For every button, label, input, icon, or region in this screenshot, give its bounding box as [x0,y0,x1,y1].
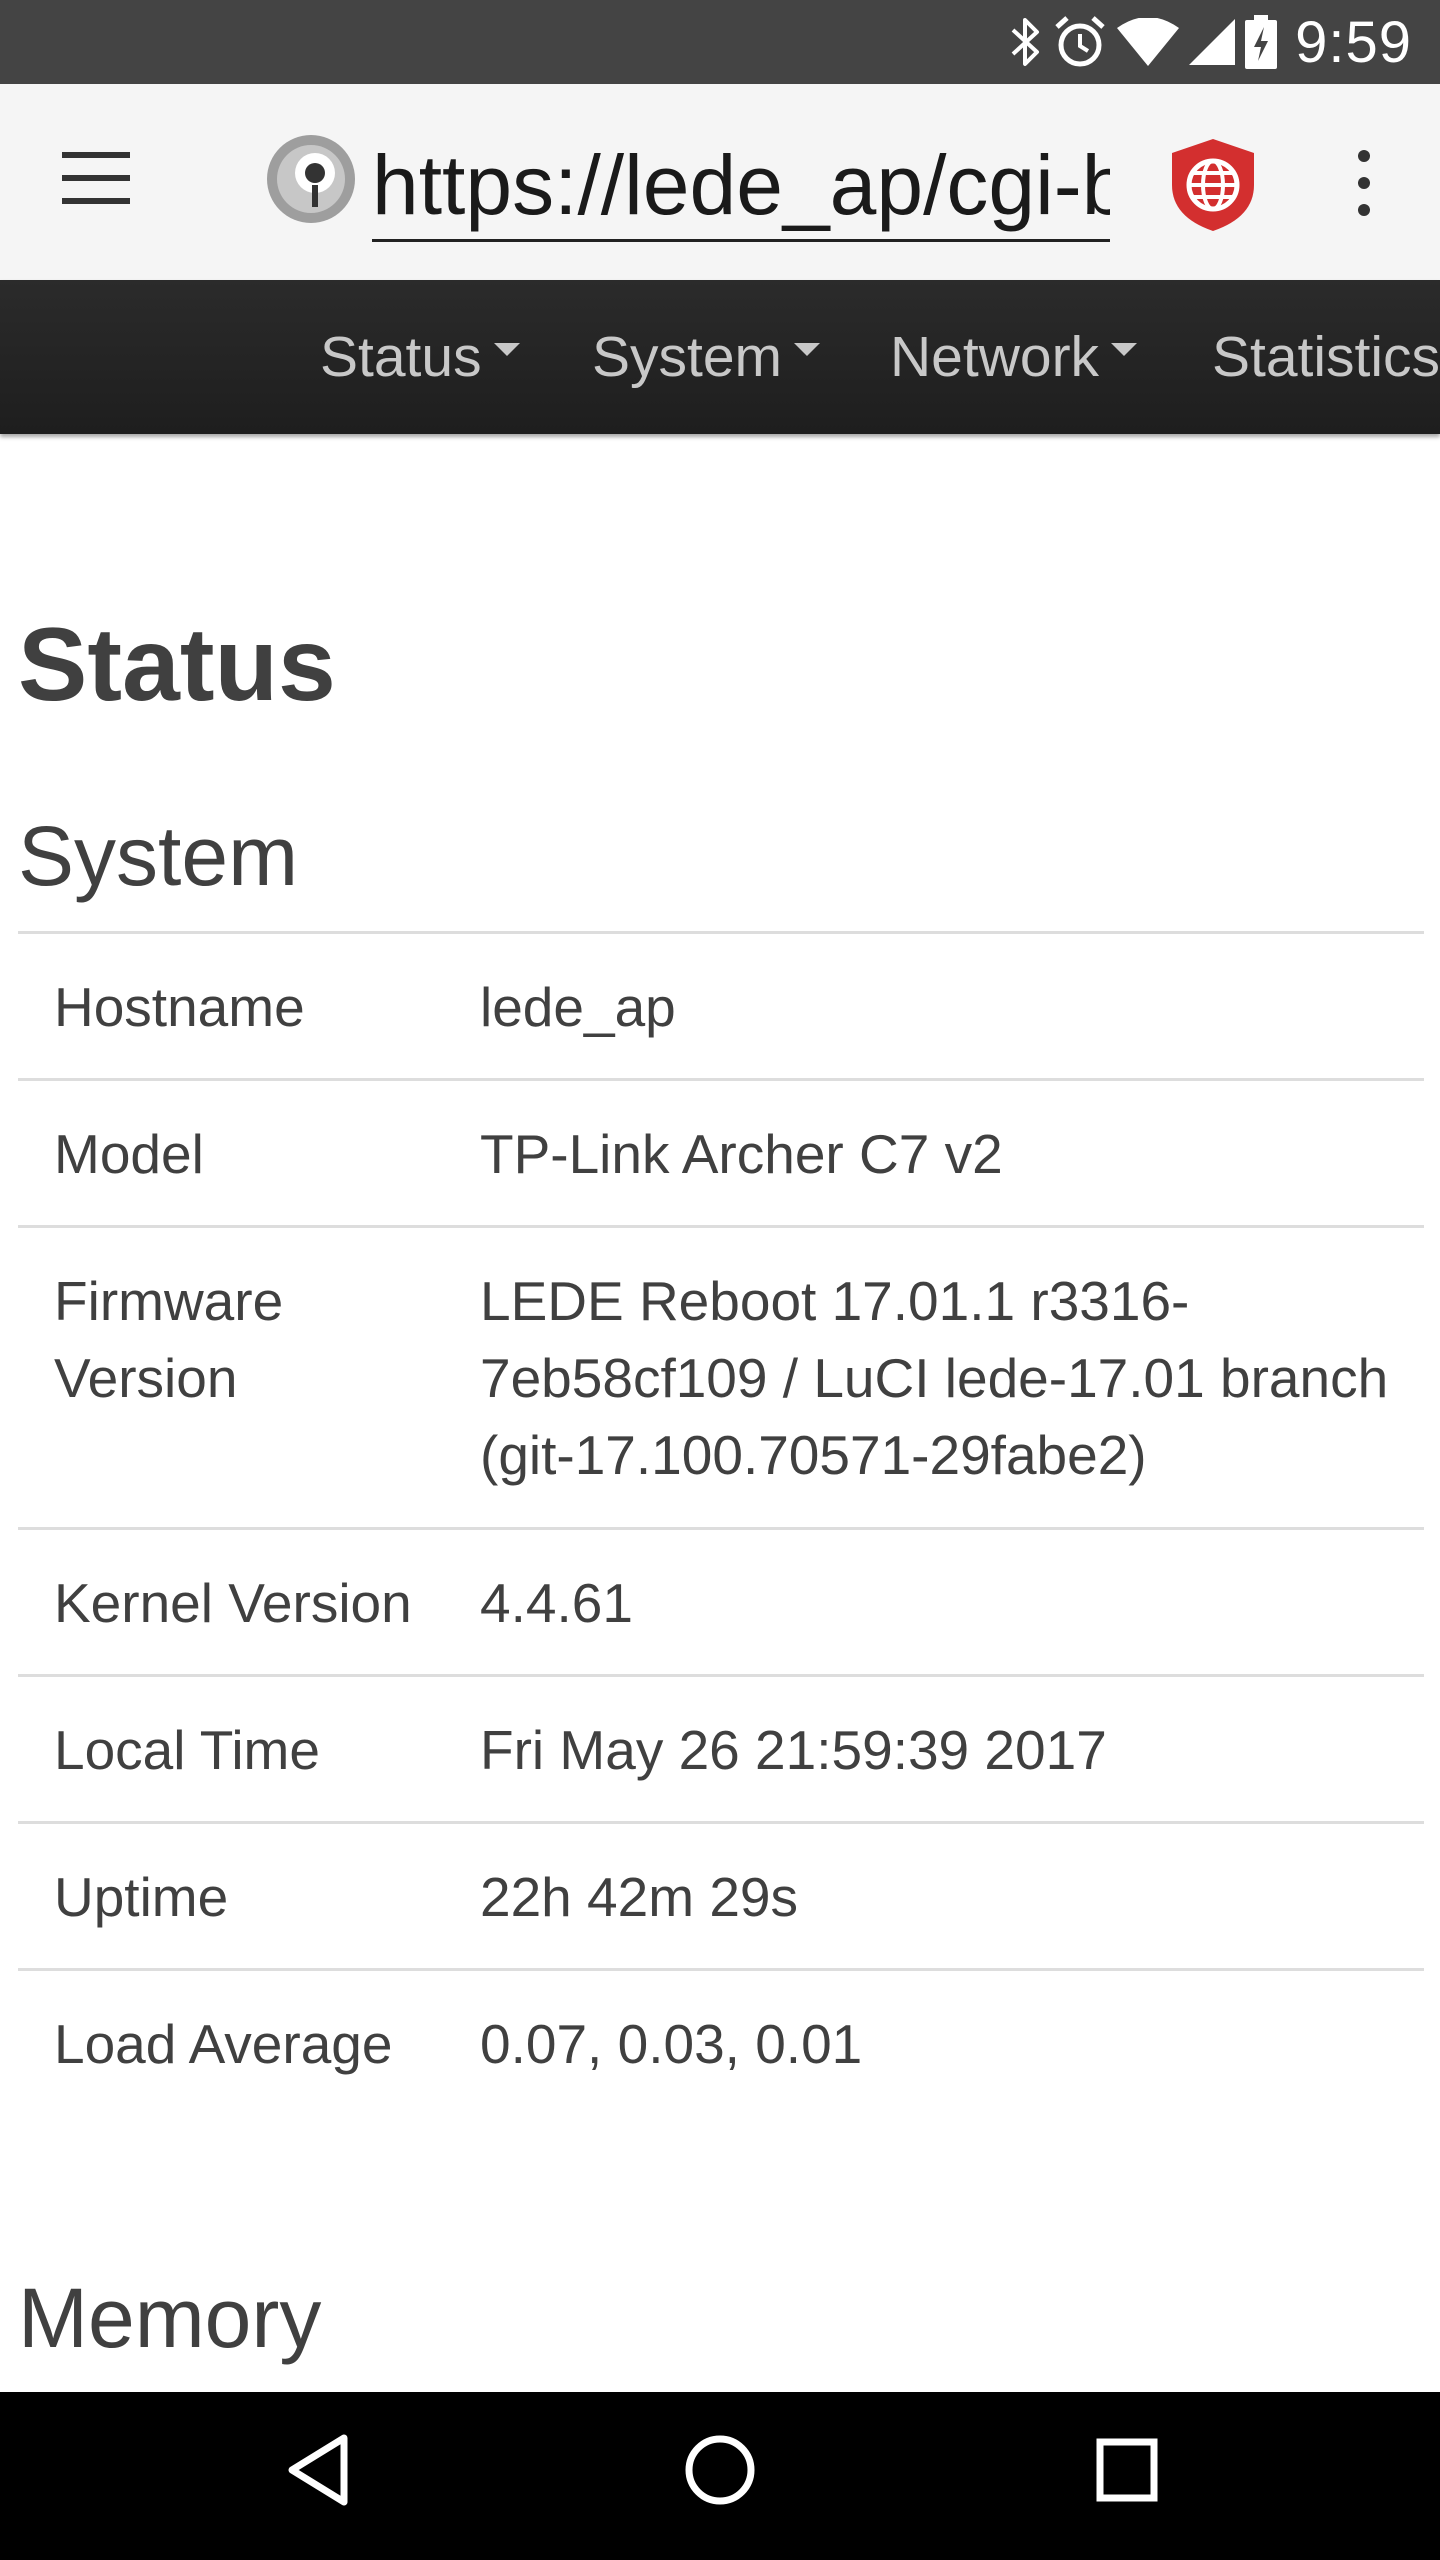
nav-network[interactable]: Network [890,280,1138,434]
status-bar: 9:59 [0,0,1440,84]
row-value: TP-Link Archer C7 v2 [480,1123,1003,1185]
row-value: lede_ap [480,976,676,1038]
caret-down-icon [794,343,821,357]
shield-globe-icon[interactable] [1168,137,1258,233]
table-row: Kernel Version 4.4.61 [18,1527,1424,1674]
battery-charging-icon [1245,15,1278,69]
table-row: Load Average 0.07, 0.03, 0.01 [18,1968,1424,2115]
section-title-memory: Memory [18,2271,322,2365]
table-row: Hostname lede_ap [18,931,1424,1078]
row-label: Local Time [54,1719,320,1781]
system-info-table: Hostname lede_ap Model TP-Link Archer C7… [18,931,1424,2115]
signal-icon [1189,19,1236,65]
row-label: Kernel Version [54,1572,412,1634]
overflow-menu-icon[interactable] [1340,150,1388,216]
nav-statistics[interactable]: Statistics [1212,280,1440,434]
page-title: Status [18,607,336,723]
clock-time: 9:59 [1295,9,1412,75]
url-field[interactable]: https://lede_ap/cgi-bin/luci [372,130,1110,242]
bluetooth-icon [1011,18,1040,66]
system-nav-bar [0,2392,1440,2560]
nav-status[interactable]: Status [320,280,520,434]
row-value: 22h 42m 29s [480,1866,798,1928]
row-value: 0.07, 0.03, 0.01 [480,2013,863,2075]
table-row: Uptime 22h 42m 29s [18,1821,1424,1968]
wifi-icon [1117,18,1180,66]
recents-icon[interactable] [1090,2430,1162,2510]
row-label: Uptime [54,1866,229,1928]
row-value: 4.4.61 [480,1572,633,1634]
back-icon[interactable] [282,2430,354,2510]
row-value: Fri May 26 21:59:39 2017 [480,1719,1107,1781]
home-icon[interactable] [682,2430,758,2510]
section-title-system: System [18,809,299,903]
table-row: Model TP-Link Archer C7 v2 [18,1078,1424,1225]
row-label: Model [54,1123,204,1185]
row-label: Load Average [54,2013,393,2075]
site-info-icon[interactable] [265,133,357,225]
menu-icon[interactable] [62,152,134,208]
row-label: Hostname [54,976,305,1038]
table-row: Local Time Fri May 26 21:59:39 2017 [18,1674,1424,1821]
row-label: Firmware Version [54,1270,284,1409]
alarm-icon [1055,16,1105,67]
nav-system[interactable]: System [592,280,821,434]
caret-down-icon [493,343,520,357]
table-row: Firmware Version LEDE Reboot 17.01.1 r33… [18,1225,1424,1527]
caret-down-icon [1111,343,1138,357]
top-nav: Status System Network Statistics [0,280,1440,434]
row-value: LEDE Reboot 17.01.1 r3316-7eb58cf109 / L… [480,1270,1389,1486]
